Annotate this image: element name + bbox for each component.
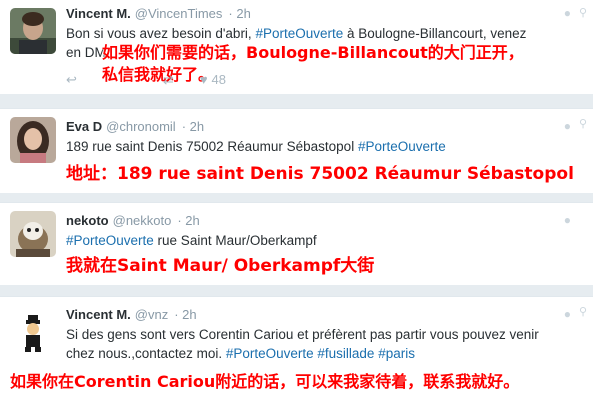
- timestamp[interactable]: · 2h: [177, 213, 199, 228]
- tweet-1[interactable]: Vincent M. @VincenTimes · 2h ● ⚲ Bon si vo…: [0, 0, 593, 94]
- chinese-caption: 地址：189 rue saint Denis 75002 Réaumur Séb…: [66, 164, 574, 184]
- tweet-2[interactable]: Eva D @chronomil · 2h ● ⚲ 189 rue saint De…: [0, 108, 593, 193]
- author-name[interactable]: Vincent M.: [66, 6, 131, 21]
- reply-icon[interactable]: ↩: [66, 72, 77, 87]
- chevron-down-icon[interactable]: ●: [564, 307, 571, 321]
- like-icon[interactable]: ♥: [200, 72, 208, 87]
- hashtag-link[interactable]: #PorteOuverte: [358, 139, 446, 154]
- location-pin-icon: ⚲: [578, 7, 587, 19]
- hashtag-link[interactable]: #fusillade: [317, 346, 374, 361]
- tweet-4[interactable]: Vincent M. @vnz · 2h ● ⚲ Si des gens sont …: [0, 296, 593, 401]
- tweet-text: Si des gens sont vers Corentin Cariou et…: [66, 327, 539, 361]
- avatar[interactable]: [10, 117, 56, 163]
- tweet-text: 189 rue saint Denis 75002 Réaumur Sébast…: [66, 139, 446, 154]
- chinese-caption: 如果你在Corentin Cariou附近的话，可以来我家待着，联系我就好。: [10, 372, 520, 391]
- chinese-caption: 我就在Saint Maur/ Oberkampf大街: [66, 256, 375, 276]
- author-handle[interactable]: @chronomil: [106, 119, 176, 134]
- hashtag-link[interactable]: #PorteOuverte: [226, 346, 314, 361]
- tweet-text: #PorteOuverte rue Saint Maur/Oberkampf: [66, 233, 317, 248]
- chevron-down-icon[interactable]: ●: [564, 6, 571, 20]
- tweet-header: Eva D @chronomil · 2h: [66, 119, 204, 134]
- avatar[interactable]: [10, 309, 56, 355]
- like-count: 48: [211, 72, 226, 87]
- tweet-actions: ↩ ⇄ ♥ 48: [66, 72, 252, 88]
- tweet-header: Vincent M. @VincenTimes · 2h: [66, 6, 251, 21]
- author-name[interactable]: Eva D: [66, 119, 102, 134]
- tweet-header: nekoto @nekkoto · 2h: [66, 213, 200, 228]
- timestamp[interactable]: · 2h: [182, 119, 204, 134]
- location-pin-icon: ⚲: [578, 306, 587, 318]
- retweet-icon[interactable]: ⇄: [163, 72, 174, 87]
- location-pin-icon: ⚲: [578, 118, 587, 130]
- author-name[interactable]: Vincent M.: [66, 307, 131, 322]
- hashtag-link[interactable]: #PorteOuverte: [66, 233, 154, 248]
- author-handle[interactable]: @VincenTimes: [135, 6, 223, 21]
- tweet-header: Vincent M. @vnz · 2h: [66, 307, 197, 322]
- timestamp[interactable]: · 2h: [174, 307, 196, 322]
- timestamp[interactable]: · 2h: [228, 6, 250, 21]
- hashtag-link[interactable]: #PorteOuverte: [255, 26, 343, 41]
- author-handle[interactable]: @nekkoto: [113, 213, 172, 228]
- chevron-down-icon[interactable]: ●: [564, 213, 571, 227]
- avatar[interactable]: [10, 8, 56, 54]
- tweet-3[interactable]: nekoto @nekkoto · 2h ● #PorteOuverte rue S…: [0, 202, 593, 285]
- hashtag-link[interactable]: #paris: [378, 346, 415, 361]
- author-handle[interactable]: @vnz: [135, 307, 168, 322]
- chevron-down-icon[interactable]: ●: [564, 119, 571, 133]
- avatar[interactable]: [10, 211, 56, 257]
- author-name[interactable]: nekoto: [66, 213, 109, 228]
